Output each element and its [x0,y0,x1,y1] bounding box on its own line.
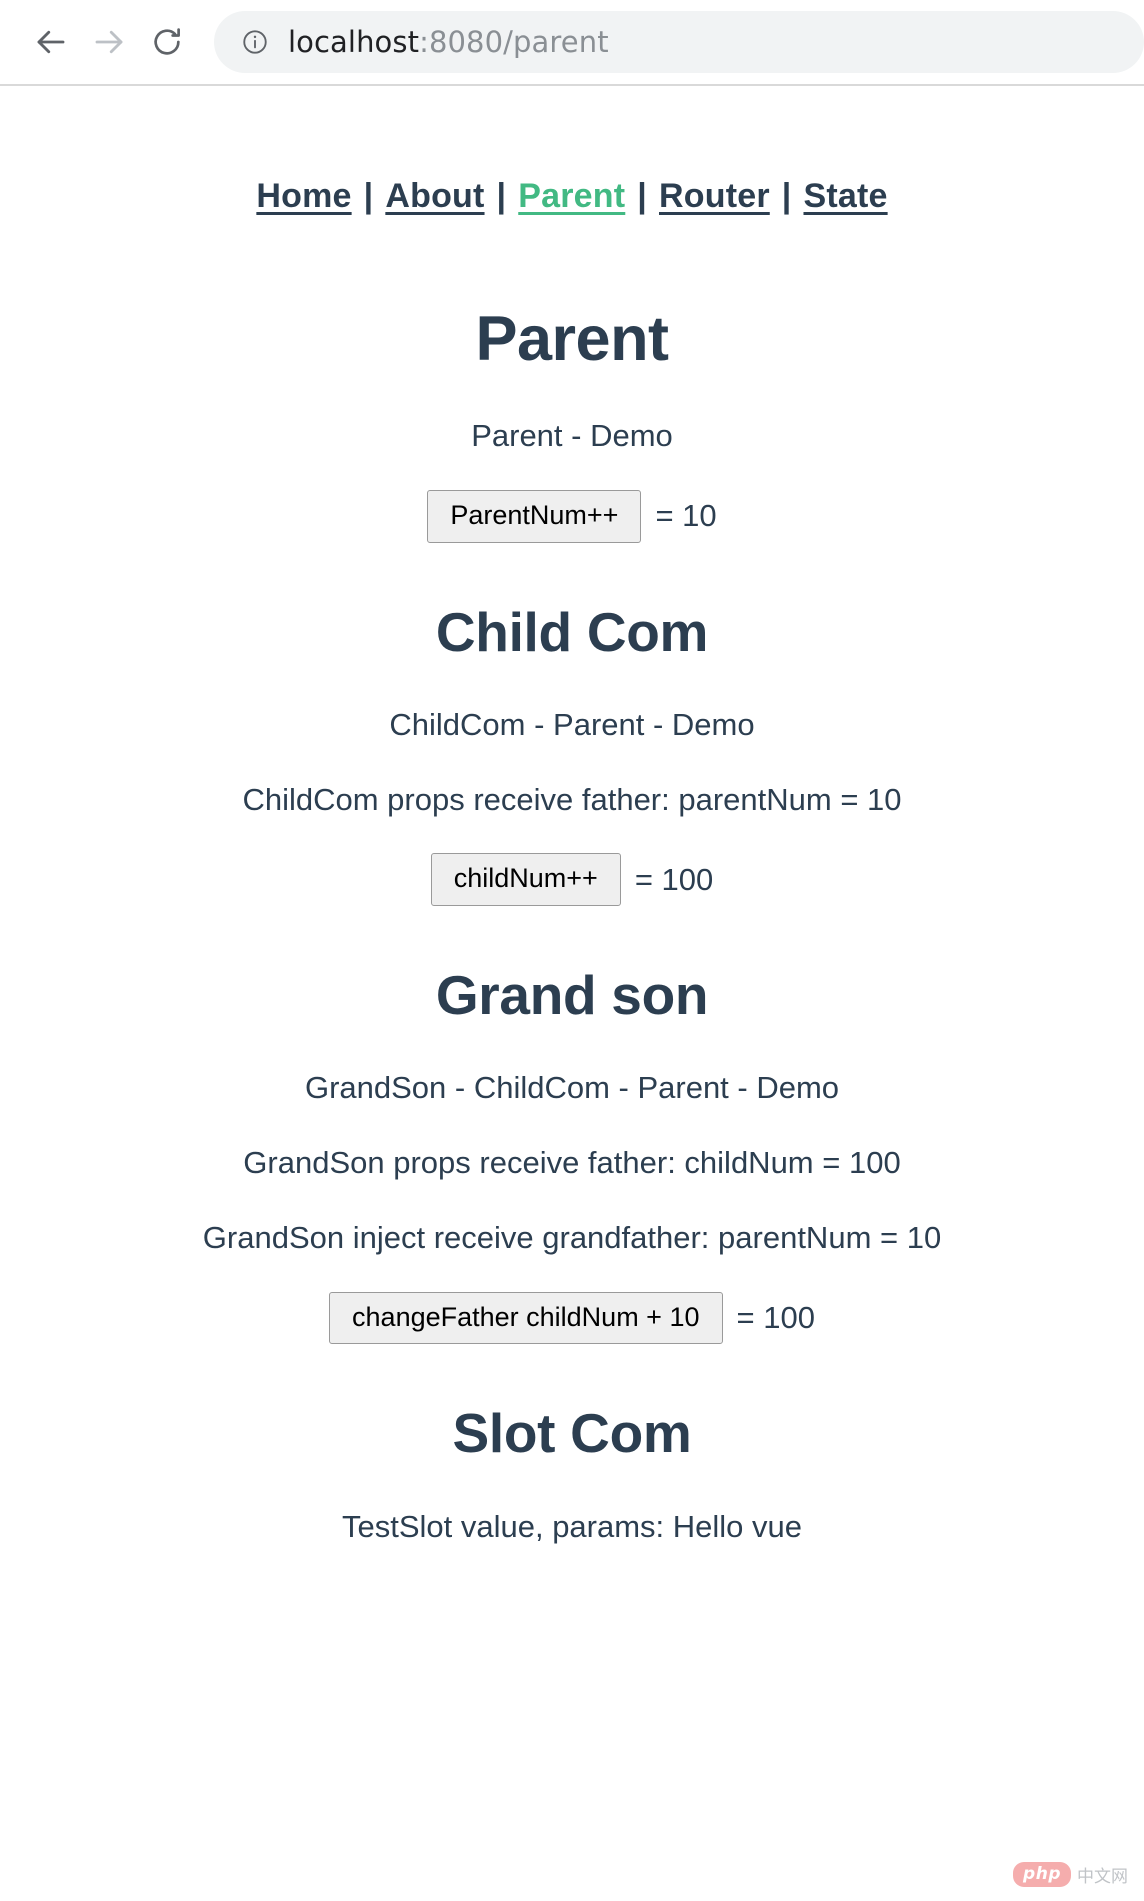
grandson-title: Grand son [435,964,709,1027]
slot-text: TestSlot value, params: Hello vue [341,1508,803,1544]
reload-button[interactable] [138,13,196,71]
address-bar[interactable]: localhost:8080/parent [214,11,1144,73]
nav-link-parent[interactable]: Parent [516,177,627,215]
forward-button[interactable] [80,13,138,71]
nav-link-state[interactable]: State [801,177,889,215]
nav-separator: | [781,177,792,215]
slot-title: Slot Com [452,1402,692,1465]
parent-trace-text: Parent - Demo [471,418,673,454]
url-text: localhost:8080/parent [288,25,609,59]
parent-title: Parent [475,303,669,374]
child-component-section: Child Com ChildCom - Parent - Demo Child… [0,600,1144,907]
parent-num-value: = 10 [655,498,717,534]
child-num-increment-button[interactable]: childNum++ [430,853,621,907]
watermark: php 中文网 [1013,1862,1128,1887]
parent-num-increment-button[interactable]: ParentNum++ [427,489,642,543]
grandson-counter-row: changeFather childNum + 10 = 100 [0,1291,1144,1345]
nav-link-router[interactable]: Router [657,177,772,215]
nav-separator: | [637,177,647,215]
nav-link-home[interactable]: Home [254,177,353,215]
info-circle-icon[interactable] [240,27,270,57]
grandson-component-section: Grand son GrandSon - ChildCom - Parent -… [0,964,1144,1345]
child-counter-row: childNum++ = 100 [0,853,1144,907]
child-props-text: ChildCom props receive father: parentNum… [242,781,902,817]
watermark-brand: php [1013,1862,1071,1887]
grandson-inject-text: GrandSon inject receive grandfather: par… [202,1219,942,1255]
grandson-num-value: = 100 [736,1299,815,1335]
reload-icon [150,25,184,59]
watermark-suffix: 中文网 [1077,1867,1128,1887]
slot-component-section: Slot Com TestSlot value, params: Hello v… [0,1402,1144,1546]
nav-link-about[interactable]: About [383,177,486,215]
back-arrow-icon [33,24,69,60]
child-title: Child Com [435,600,709,663]
url-host: localhost [288,25,420,59]
grandson-trace-text: GrandSon - ChildCom - Parent - Demo [304,1070,840,1106]
child-num-value: = 100 [634,861,714,897]
child-trace-text: ChildCom - Parent - Demo [389,706,755,742]
back-button[interactable] [22,13,80,71]
nav-separator: | [363,177,374,215]
parent-counter-row: ParentNum++ = 10 [0,489,1144,543]
app-root: Home | About | Parent | Router | State Parent Pa… [0,86,1144,1546]
nav-separator: | [496,177,507,215]
change-father-button[interactable]: changeFather childNum + 10 [329,1291,723,1345]
url-path: :8080/parent [419,25,609,59]
site-nav: Home | About | Parent | Router | State [0,150,1144,217]
browser-toolbar: localhost:8080/parent [0,0,1144,86]
grandson-props-text: GrandSon props receive father: childNum … [243,1145,901,1181]
forward-arrow-icon [91,24,127,60]
